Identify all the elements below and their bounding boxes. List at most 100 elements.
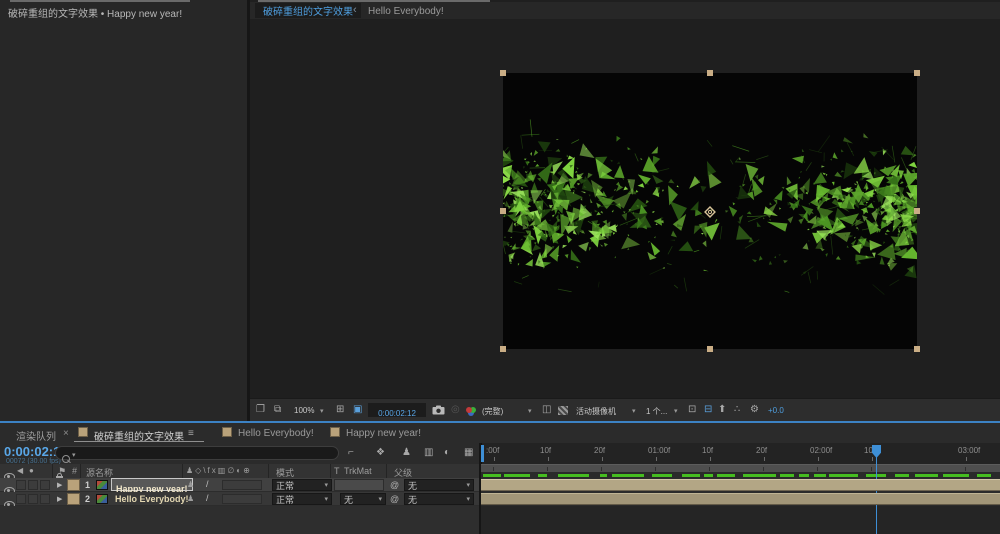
shy-switch-icon[interactable]: ♟ bbox=[187, 480, 194, 489]
selection-handle[interactable] bbox=[707, 70, 713, 76]
layer-panel-tab[interactable]: 破碎重组的文字效果 • Happy new year! bbox=[8, 5, 182, 20]
zoom-level-value: 100% bbox=[294, 406, 315, 415]
frame-blending-icon[interactable]: ▥ bbox=[424, 448, 433, 458]
viewer-lock-icon[interactable]: ❐ bbox=[256, 405, 265, 415]
show-channels-icon[interactable] bbox=[466, 407, 472, 413]
solo-column-icon: ● bbox=[29, 466, 34, 475]
viewer-back-icon[interactable]: ‹ bbox=[353, 4, 357, 16]
selection-handle[interactable] bbox=[500, 208, 506, 214]
time-ruler[interactable]: :00f 10f 20f 01:00f 10f 20f 02:00f 10f 03:00f bbox=[481, 443, 1000, 464]
tab-happy-new-year[interactable]: Happy new year! bbox=[346, 428, 421, 439]
timeline-empty-area[interactable] bbox=[0, 506, 481, 534]
motion-blur-icon[interactable]: ◐ bbox=[444, 448, 450, 458]
layer-bar-1[interactable] bbox=[481, 479, 1000, 491]
work-area-bar[interactable] bbox=[481, 464, 1000, 472]
layer-row-1[interactable]: ▶ 1 Happy new year! ♟ / 正常 ▾ @ 无 ▾ bbox=[0, 478, 481, 495]
viewer-tab-active[interactable]: 破碎重组的文字效果 bbox=[255, 3, 361, 18]
mode-dropdown[interactable]: 正常 ▾ bbox=[272, 493, 332, 505]
grid-guides-icon[interactable]: ⊞ bbox=[336, 405, 344, 415]
graph-editor-icon[interactable]: ▦ bbox=[464, 448, 473, 458]
selection-handle[interactable] bbox=[500, 70, 506, 76]
anchor-point-icon[interactable] bbox=[703, 205, 717, 219]
tab-render-queue[interactable]: 渲染队列 bbox=[16, 428, 56, 443]
resolution-caret-icon[interactable]: ▾ bbox=[528, 407, 532, 415]
fast-previews-gear-icon[interactable]: ⚙ bbox=[750, 405, 759, 415]
shy-switch-icon[interactable]: ♟ bbox=[187, 494, 194, 503]
tab-close-icon[interactable]: × bbox=[63, 428, 69, 439]
active-tab-underline bbox=[74, 441, 204, 442]
layer-label-color[interactable] bbox=[67, 493, 80, 505]
viewer-timecode-chip[interactable]: 0:00:02:12 bbox=[368, 403, 426, 418]
hide-shy-layers-icon[interactable]: ♟ bbox=[402, 448, 411, 458]
panel-top-highlight bbox=[10, 0, 190, 2]
work-area-tick bbox=[709, 467, 710, 471]
parent-dropdown[interactable]: 无 ▾ bbox=[404, 479, 474, 491]
monitor-icon[interactable]: ⧉ bbox=[274, 405, 281, 415]
layer-row-2[interactable]: ▶ 2 Hello Everybody! ♟ / 正常 ▾ 无 ▾ @ 无 ▾ bbox=[0, 492, 481, 509]
tab-main-active[interactable]: 破碎重组的文字效果 ≡ bbox=[74, 425, 204, 443]
audio-column-icon: ◀ bbox=[17, 466, 24, 475]
zoom-level-dropdown[interactable]: 100% bbox=[294, 406, 314, 415]
panel-menu-icon[interactable]: ≡ bbox=[188, 428, 194, 439]
selection-handle[interactable] bbox=[914, 346, 920, 352]
layer-label-color[interactable] bbox=[67, 479, 80, 491]
cache-dash bbox=[537, 474, 547, 477]
cache-dash bbox=[652, 474, 673, 477]
ruler-tick bbox=[602, 457, 603, 461]
cached-frames-strip bbox=[481, 472, 1000, 478]
camera-caret-icon[interactable]: ▾ bbox=[632, 407, 636, 415]
view-count-dropdown[interactable]: 1 个... bbox=[646, 406, 667, 417]
camera-view-value: 活动摄像机 bbox=[576, 407, 616, 416]
comp-mini-flowchart-icon[interactable]: ⌐ bbox=[348, 448, 354, 458]
layer-bar-2[interactable] bbox=[481, 493, 1000, 505]
timeline-panel: 渲染队列 × 破碎重组的文字效果 ≡ Hello Everybody! Happ… bbox=[0, 421, 1000, 534]
viewer-viewport[interactable] bbox=[250, 19, 1000, 398]
quality-switch-icon[interactable]: / bbox=[206, 493, 209, 503]
cache-dash bbox=[682, 474, 701, 477]
draft-3d-icon[interactable]: ❖ bbox=[376, 448, 385, 458]
number-column-header[interactable]: # bbox=[72, 466, 77, 476]
layer-name[interactable]: Hello Everybody! bbox=[115, 494, 189, 504]
selection-handle[interactable] bbox=[500, 346, 506, 352]
view-layout-icon[interactable]: ⊡ bbox=[688, 405, 696, 415]
parent-value: 无 bbox=[408, 495, 418, 505]
layer-number: 1 bbox=[85, 480, 91, 490]
show-snapshot-icon[interactable]: ◎ bbox=[451, 405, 460, 415]
tab-hello-everybody[interactable]: Hello Everybody! bbox=[238, 428, 314, 439]
composition-flowchart-icon[interactable]: ∴ bbox=[734, 405, 740, 415]
mask-roi-icon[interactable]: ▣ bbox=[353, 405, 362, 415]
ruler-tick bbox=[710, 457, 711, 461]
layer-name-selected[interactable]: Happy new year! bbox=[111, 478, 193, 494]
zoom-caret-icon[interactable]: ▾ bbox=[320, 407, 324, 415]
expand-arrow-icon[interactable]: ▶ bbox=[57, 495, 62, 503]
transparency-grid-icon[interactable] bbox=[558, 406, 568, 415]
time-navigator-start[interactable] bbox=[481, 445, 484, 462]
parent-dropdown[interactable]: 无 ▾ bbox=[404, 493, 474, 505]
expand-arrow-icon[interactable]: ▶ bbox=[57, 481, 62, 489]
parent-pickwhip-icon[interactable]: @ bbox=[390, 494, 399, 504]
search-input[interactable]: ▾ bbox=[55, 446, 339, 463]
viewer-tab-secondary[interactable]: Hello Everybody! bbox=[368, 6, 444, 17]
trkmat-column-header[interactable]: TrkMat bbox=[344, 466, 372, 476]
parent-pickwhip-icon[interactable]: @ bbox=[390, 480, 399, 490]
snapshot-camera-icon[interactable] bbox=[432, 405, 445, 415]
trkmat-value: 无 bbox=[344, 495, 354, 505]
selection-handle[interactable] bbox=[707, 346, 713, 352]
region-of-interest-icon[interactable]: ◫ bbox=[542, 405, 551, 415]
exposure-value[interactable]: +0.0 bbox=[768, 406, 784, 415]
camera-view-dropdown[interactable]: 活动摄像机 bbox=[576, 406, 616, 417]
selection-handle[interactable] bbox=[914, 208, 920, 214]
mode-dropdown[interactable]: 正常 ▾ bbox=[272, 479, 332, 491]
resolution-dropdown[interactable]: (完整) bbox=[482, 406, 503, 417]
export-frame-icon[interactable]: ⬆ bbox=[718, 405, 726, 415]
composition-frame[interactable] bbox=[503, 73, 917, 349]
trkmat-dropdown[interactable]: 无 ▾ bbox=[340, 493, 386, 505]
selection-handle[interactable] bbox=[914, 70, 920, 76]
t-column-header[interactable]: T bbox=[334, 466, 340, 476]
pixel-aspect-icon[interactable]: ⊟ bbox=[704, 405, 712, 415]
view-count-caret-icon[interactable]: ▾ bbox=[674, 407, 678, 415]
quality-switch-icon[interactable]: / bbox=[206, 479, 209, 489]
cache-dash bbox=[504, 474, 530, 477]
cache-dash bbox=[612, 474, 644, 477]
timeline-track-area[interactable] bbox=[481, 506, 1000, 534]
